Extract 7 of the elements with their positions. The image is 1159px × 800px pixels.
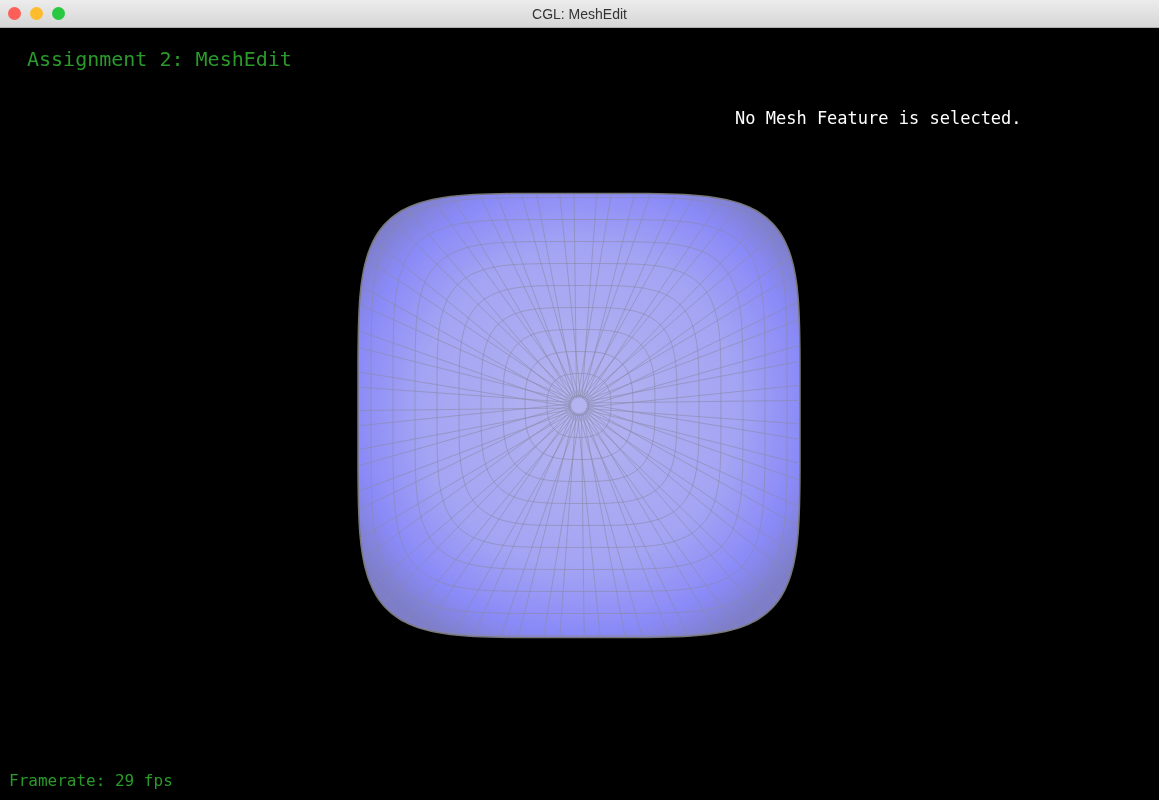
maximize-button[interactable] (52, 7, 65, 20)
close-button[interactable] (8, 7, 21, 20)
heading: Assignment 2: MeshEdit (27, 47, 292, 71)
selection-info: No Mesh Feature is selected. (735, 108, 1022, 128)
minimize-button[interactable] (30, 7, 43, 20)
framerate-label: Framerate: 29 fps (9, 771, 173, 790)
window-title: CGL: MeshEdit (532, 5, 627, 22)
